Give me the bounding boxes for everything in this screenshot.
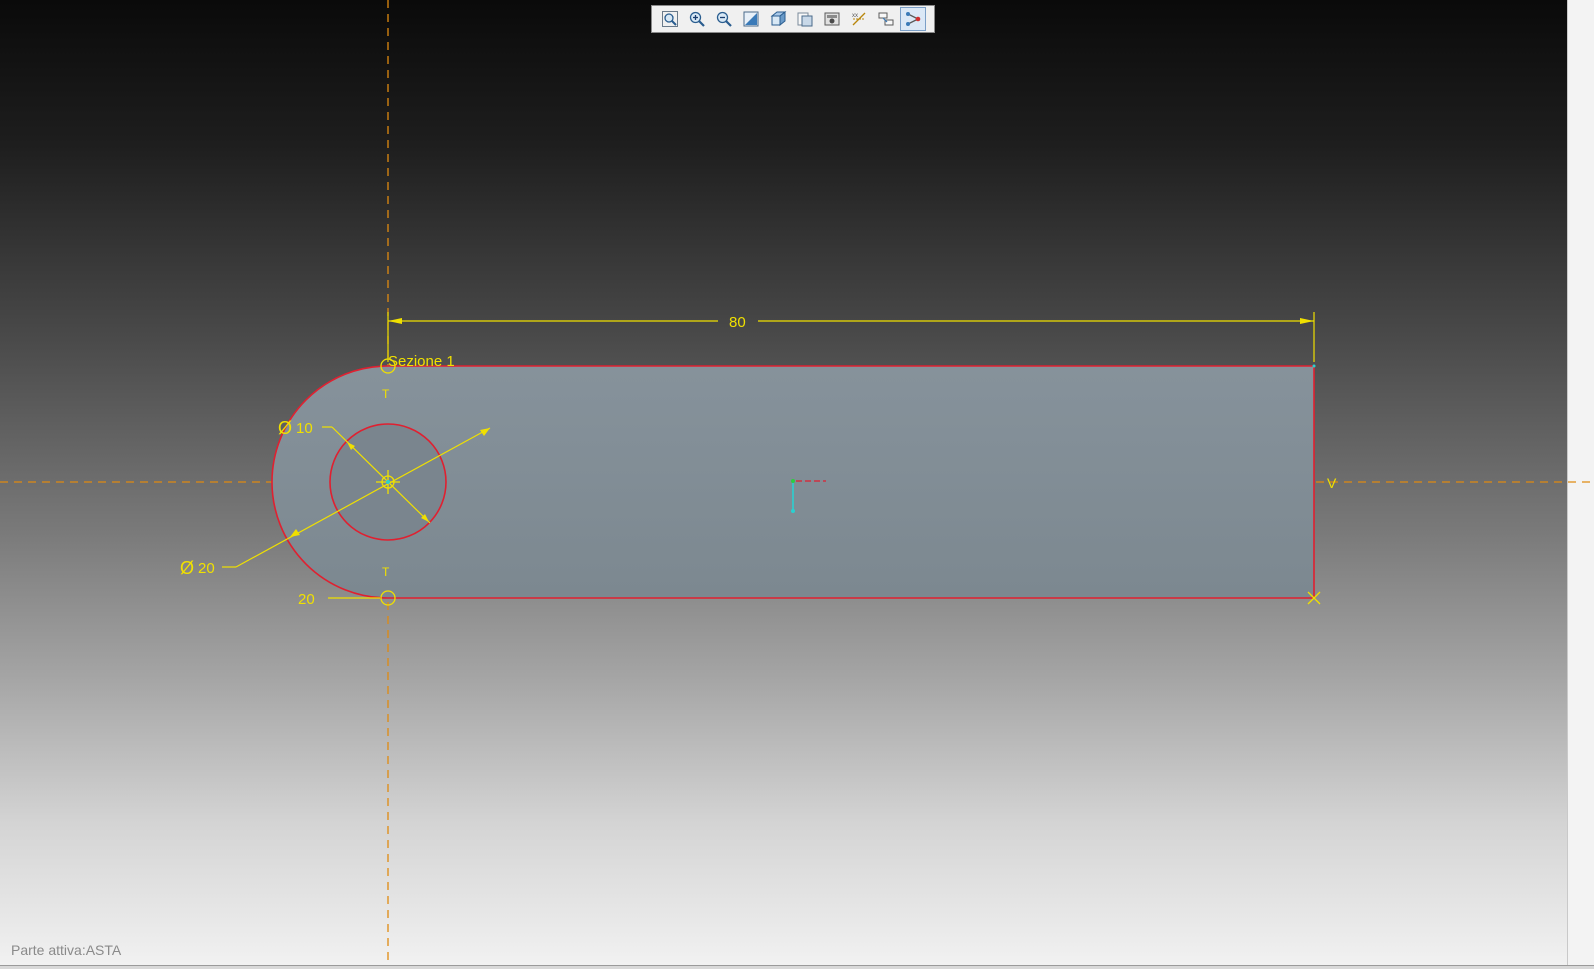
zoom-out-button[interactable]: [711, 7, 737, 31]
annotation-display-button[interactable]: [873, 7, 899, 31]
datum-display-icon: xx: [852, 12, 866, 26]
datum-display-button[interactable]: xx: [846, 7, 872, 31]
display-style-icon: [797, 12, 813, 27]
dimension-hole-diameter-symbol[interactable]: Ø: [278, 418, 292, 438]
annotation-display-icon: [878, 12, 894, 26]
sketch-canvas[interactable]: 80 Sezione 1 T T Ø 10 Ø 20 20 V: [0, 0, 1594, 969]
view-toolbar: xx: [651, 5, 935, 33]
active-part-status: Parte attiva:ASTA: [11, 942, 122, 958]
zoom-out-icon: [716, 11, 732, 27]
dimension-length[interactable]: [387, 312, 1315, 362]
zoom-fit-button[interactable]: [657, 7, 683, 31]
saved-views-button[interactable]: [819, 7, 845, 31]
view-normal-icon: [743, 11, 759, 27]
vertical-constraint[interactable]: V: [1327, 475, 1337, 491]
saved-views-icon: [824, 12, 840, 26]
tangent-constraint-bottom[interactable]: T: [382, 565, 390, 579]
zoom-in-button[interactable]: [684, 7, 710, 31]
svg-text:xx: xx: [852, 13, 858, 19]
display-style-button[interactable]: [792, 7, 818, 31]
dimension-hole-diameter-value[interactable]: 10: [296, 420, 313, 437]
section-label: Sezione 1: [388, 353, 455, 370]
cube-view-icon: [770, 10, 787, 27]
view-normal-button[interactable]: [738, 7, 764, 31]
sketch-constraints-button[interactable]: [900, 7, 926, 31]
sketch-constraints-icon: [906, 12, 921, 26]
corner-point-top: [1312, 364, 1316, 368]
dimension-offset-value[interactable]: 20: [298, 591, 315, 608]
dimension-arc-diameter-value[interactable]: 20: [198, 560, 215, 577]
zoom-fit-icon: [662, 11, 678, 27]
cube-view-button[interactable]: [765, 7, 791, 31]
dimension-arc-diameter-symbol[interactable]: Ø: [180, 558, 194, 578]
tangent-constraint-top[interactable]: T: [382, 387, 390, 401]
dimension-length-value[interactable]: 80: [729, 314, 746, 331]
zoom-in-icon: [689, 11, 705, 27]
